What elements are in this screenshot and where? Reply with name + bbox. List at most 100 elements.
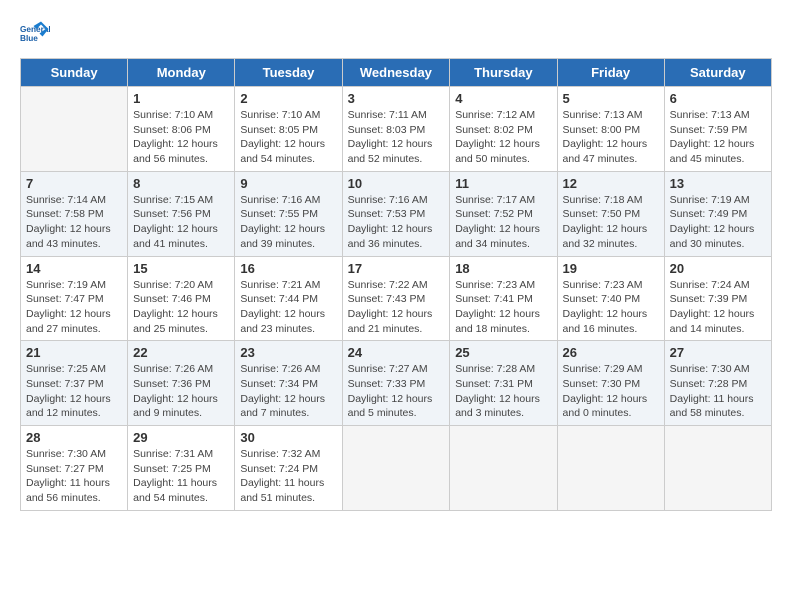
day-info: Sunrise: 7:20 AM Sunset: 7:46 PM Dayligh… xyxy=(133,278,229,337)
day-number: 23 xyxy=(240,345,336,360)
calendar-day-cell: 24 Sunrise: 7:27 AM Sunset: 7:33 PM Dayli… xyxy=(342,341,450,426)
day-info: Sunrise: 7:15 AM Sunset: 7:56 PM Dayligh… xyxy=(133,193,229,252)
calendar-day-cell: 23 Sunrise: 7:26 AM Sunset: 7:34 PM Dayli… xyxy=(235,341,342,426)
day-info: Sunrise: 7:11 AM Sunset: 8:03 PM Dayligh… xyxy=(348,108,445,167)
calendar-day-cell: 19 Sunrise: 7:23 AM Sunset: 7:40 PM Dayli… xyxy=(557,256,664,341)
calendar-day-cell: 15Sunrise: 7:20 AM Sunset: 7:46 PM Dayli… xyxy=(128,256,235,341)
calendar-day-cell: 1 Sunrise: 7:10 AM Sunset: 8:06 PM Daylig… xyxy=(128,87,235,172)
day-info: Sunrise: 7:10 AM Sunset: 8:05 PM Dayligh… xyxy=(240,108,336,167)
calendar-day-cell: 22 Sunrise: 7:26 AM Sunset: 7:36 PM Dayli… xyxy=(128,341,235,426)
calendar-day-cell xyxy=(342,426,450,511)
calendar-day-cell: 11 Sunrise: 7:17 AM Sunset: 7:52 PM Dayli… xyxy=(450,171,557,256)
svg-text:Blue: Blue xyxy=(20,34,38,43)
calendar-day-cell: 7Sunrise: 7:14 AM Sunset: 7:58 PM Daylig… xyxy=(21,171,128,256)
weekday-header-tuesday: Tuesday xyxy=(235,59,342,87)
day-number: 25 xyxy=(455,345,551,360)
day-info: Sunrise: 7:26 AM Sunset: 7:36 PM Dayligh… xyxy=(133,362,229,421)
day-info: Sunrise: 7:13 AM Sunset: 7:59 PM Dayligh… xyxy=(670,108,766,167)
calendar-week-row: 28 Sunrise: 7:30 AM Sunset: 7:27 PM Dayli… xyxy=(21,426,772,511)
calendar-day-cell: 12Sunrise: 7:18 AM Sunset: 7:50 PM Dayli… xyxy=(557,171,664,256)
calendar-day-cell: 29 Sunrise: 7:31 AM Sunset: 7:25 PM Dayli… xyxy=(128,426,235,511)
day-info: Sunrise: 7:21 AM Sunset: 7:44 PM Dayligh… xyxy=(240,278,336,337)
day-number: 18 xyxy=(455,261,551,276)
calendar-day-cell: 8 Sunrise: 7:15 AM Sunset: 7:56 PM Daylig… xyxy=(128,171,235,256)
day-info: Sunrise: 7:10 AM Sunset: 8:06 PM Dayligh… xyxy=(133,108,229,167)
day-number: 20 xyxy=(670,261,766,276)
day-info: Sunrise: 7:30 AM Sunset: 7:27 PM Dayligh… xyxy=(26,447,122,506)
calendar-day-cell: 26 Sunrise: 7:29 AM Sunset: 7:30 PM Dayli… xyxy=(557,341,664,426)
calendar-day-cell: 3 Sunrise: 7:11 AM Sunset: 8:03 PM Daylig… xyxy=(342,87,450,172)
calendar-day-cell: 16Sunrise: 7:21 AM Sunset: 7:44 PM Dayli… xyxy=(235,256,342,341)
calendar-week-row: 1 Sunrise: 7:10 AM Sunset: 8:06 PM Daylig… xyxy=(21,87,772,172)
calendar-day-cell: 13 Sunrise: 7:19 AM Sunset: 7:49 PM Dayli… xyxy=(664,171,771,256)
day-info: Sunrise: 7:22 AM Sunset: 7:43 PM Dayligh… xyxy=(348,278,445,337)
general-blue-logo: General Blue xyxy=(20,20,50,50)
calendar-day-cell: 28 Sunrise: 7:30 AM Sunset: 7:27 PM Dayli… xyxy=(21,426,128,511)
day-info: Sunrise: 7:30 AM Sunset: 7:28 PM Dayligh… xyxy=(670,362,766,421)
calendar-day-cell: 25 Sunrise: 7:28 AM Sunset: 7:31 PM Dayli… xyxy=(450,341,557,426)
calendar-day-cell xyxy=(557,426,664,511)
weekday-header-friday: Friday xyxy=(557,59,664,87)
day-info: Sunrise: 7:12 AM Sunset: 8:02 PM Dayligh… xyxy=(455,108,551,167)
day-number: 3 xyxy=(348,91,445,106)
calendar-day-cell: 4Sunrise: 7:12 AM Sunset: 8:02 PM Daylig… xyxy=(450,87,557,172)
day-info: Sunrise: 7:19 AM Sunset: 7:49 PM Dayligh… xyxy=(670,193,766,252)
day-info: Sunrise: 7:16 AM Sunset: 7:55 PM Dayligh… xyxy=(240,193,336,252)
day-info: Sunrise: 7:28 AM Sunset: 7:31 PM Dayligh… xyxy=(455,362,551,421)
day-info: Sunrise: 7:14 AM Sunset: 7:58 PM Dayligh… xyxy=(26,193,122,252)
day-number: 21 xyxy=(26,345,122,360)
calendar-day-cell: 10 Sunrise: 7:16 AM Sunset: 7:53 PM Dayli… xyxy=(342,171,450,256)
calendar-day-cell: 27 Sunrise: 7:30 AM Sunset: 7:28 PM Dayli… xyxy=(664,341,771,426)
calendar-table: SundayMondayTuesdayWednesdayThursdayFrid… xyxy=(20,58,772,511)
calendar-week-row: 14 Sunrise: 7:19 AM Sunset: 7:47 PM Dayli… xyxy=(21,256,772,341)
day-info: Sunrise: 7:25 AM Sunset: 7:37 PM Dayligh… xyxy=(26,362,122,421)
weekday-header-row: SundayMondayTuesdayWednesdayThursdayFrid… xyxy=(21,59,772,87)
calendar-day-cell: 14 Sunrise: 7:19 AM Sunset: 7:47 PM Dayli… xyxy=(21,256,128,341)
calendar-day-cell: 20Sunrise: 7:24 AM Sunset: 7:39 PM Dayli… xyxy=(664,256,771,341)
calendar-day-cell: 18 Sunrise: 7:23 AM Sunset: 7:41 PM Dayli… xyxy=(450,256,557,341)
day-number: 19 xyxy=(563,261,659,276)
day-number: 8 xyxy=(133,176,229,191)
day-number: 1 xyxy=(133,91,229,106)
day-info: Sunrise: 7:23 AM Sunset: 7:41 PM Dayligh… xyxy=(455,278,551,337)
day-number: 28 xyxy=(26,430,122,445)
weekday-header-wednesday: Wednesday xyxy=(342,59,450,87)
calendar-day-cell: 9Sunrise: 7:16 AM Sunset: 7:55 PM Daylig… xyxy=(235,171,342,256)
day-info: Sunrise: 7:13 AM Sunset: 8:00 PM Dayligh… xyxy=(563,108,659,167)
day-number: 30 xyxy=(240,430,336,445)
calendar-day-cell: 30 Sunrise: 7:32 AM Sunset: 7:24 PM Dayli… xyxy=(235,426,342,511)
calendar-day-cell: 17 Sunrise: 7:22 AM Sunset: 7:43 PM Dayli… xyxy=(342,256,450,341)
calendar-week-row: 21 Sunrise: 7:25 AM Sunset: 7:37 PM Dayli… xyxy=(21,341,772,426)
day-number: 11 xyxy=(455,176,551,191)
day-number: 2 xyxy=(240,91,336,106)
day-info: Sunrise: 7:26 AM Sunset: 7:34 PM Dayligh… xyxy=(240,362,336,421)
day-info: Sunrise: 7:23 AM Sunset: 7:40 PM Dayligh… xyxy=(563,278,659,337)
day-number: 5 xyxy=(563,91,659,106)
calendar-day-cell: 21 Sunrise: 7:25 AM Sunset: 7:37 PM Dayli… xyxy=(21,341,128,426)
weekday-header-saturday: Saturday xyxy=(664,59,771,87)
day-number: 12 xyxy=(563,176,659,191)
day-number: 27 xyxy=(670,345,766,360)
calendar-day-cell xyxy=(21,87,128,172)
calendar-day-cell: 2 Sunrise: 7:10 AM Sunset: 8:05 PM Daylig… xyxy=(235,87,342,172)
day-number: 24 xyxy=(348,345,445,360)
day-number: 22 xyxy=(133,345,229,360)
calendar-day-cell xyxy=(664,426,771,511)
weekday-header-monday: Monday xyxy=(128,59,235,87)
day-number: 29 xyxy=(133,430,229,445)
day-number: 6 xyxy=(670,91,766,106)
day-info: Sunrise: 7:16 AM Sunset: 7:53 PM Dayligh… xyxy=(348,193,445,252)
day-number: 13 xyxy=(670,176,766,191)
day-info: Sunrise: 7:17 AM Sunset: 7:52 PM Dayligh… xyxy=(455,193,551,252)
day-info: Sunrise: 7:32 AM Sunset: 7:24 PM Dayligh… xyxy=(240,447,336,506)
calendar-day-cell: 5 Sunrise: 7:13 AM Sunset: 8:00 PM Daylig… xyxy=(557,87,664,172)
day-info: Sunrise: 7:29 AM Sunset: 7:30 PM Dayligh… xyxy=(563,362,659,421)
day-number: 17 xyxy=(348,261,445,276)
day-info: Sunrise: 7:27 AM Sunset: 7:33 PM Dayligh… xyxy=(348,362,445,421)
day-number: 10 xyxy=(348,176,445,191)
day-info: Sunrise: 7:31 AM Sunset: 7:25 PM Dayligh… xyxy=(133,447,229,506)
day-number: 14 xyxy=(26,261,122,276)
calendar-week-row: 7Sunrise: 7:14 AM Sunset: 7:58 PM Daylig… xyxy=(21,171,772,256)
day-info: Sunrise: 7:19 AM Sunset: 7:47 PM Dayligh… xyxy=(26,278,122,337)
day-number: 26 xyxy=(563,345,659,360)
